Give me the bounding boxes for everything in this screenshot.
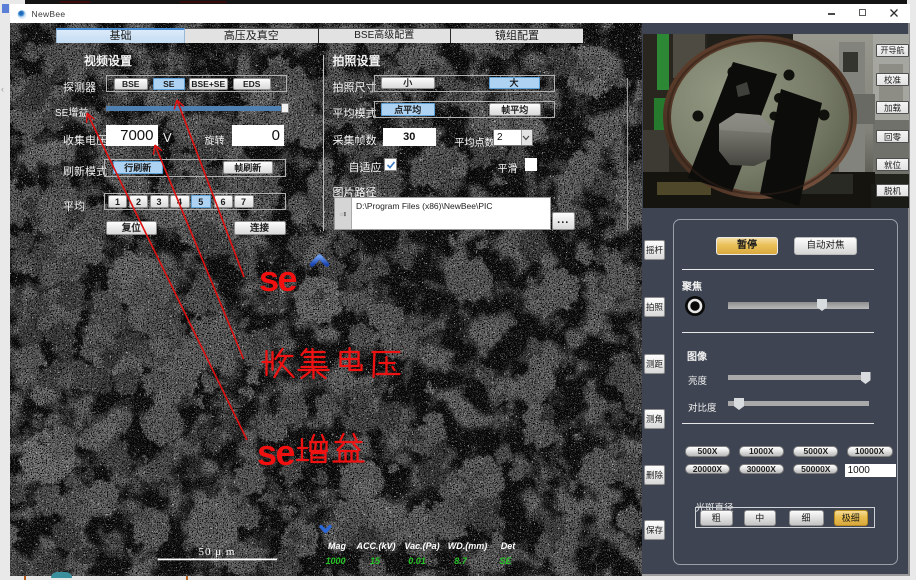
svg-text:SE: SE [499,556,512,566]
svg-text:8.7: 8.7 [454,556,468,566]
svg-text:1000: 1000 [325,556,345,566]
svg-text:Vac.(Pa): Vac.(Pa) [404,541,439,551]
svg-text:Det: Det [501,541,517,551]
svg-text:0.01: 0.01 [408,556,426,566]
svg-text:WD.(mm): WD.(mm) [448,541,488,551]
svg-text:se: se [257,432,295,473]
svg-text:Mag: Mag [328,541,347,551]
svg-text:15: 15 [370,556,381,566]
svg-text:se: se [259,258,297,299]
svg-text:50 μ m: 50 μ m [199,546,236,558]
svg-text:ACC.(kV): ACC.(kV) [355,541,395,551]
